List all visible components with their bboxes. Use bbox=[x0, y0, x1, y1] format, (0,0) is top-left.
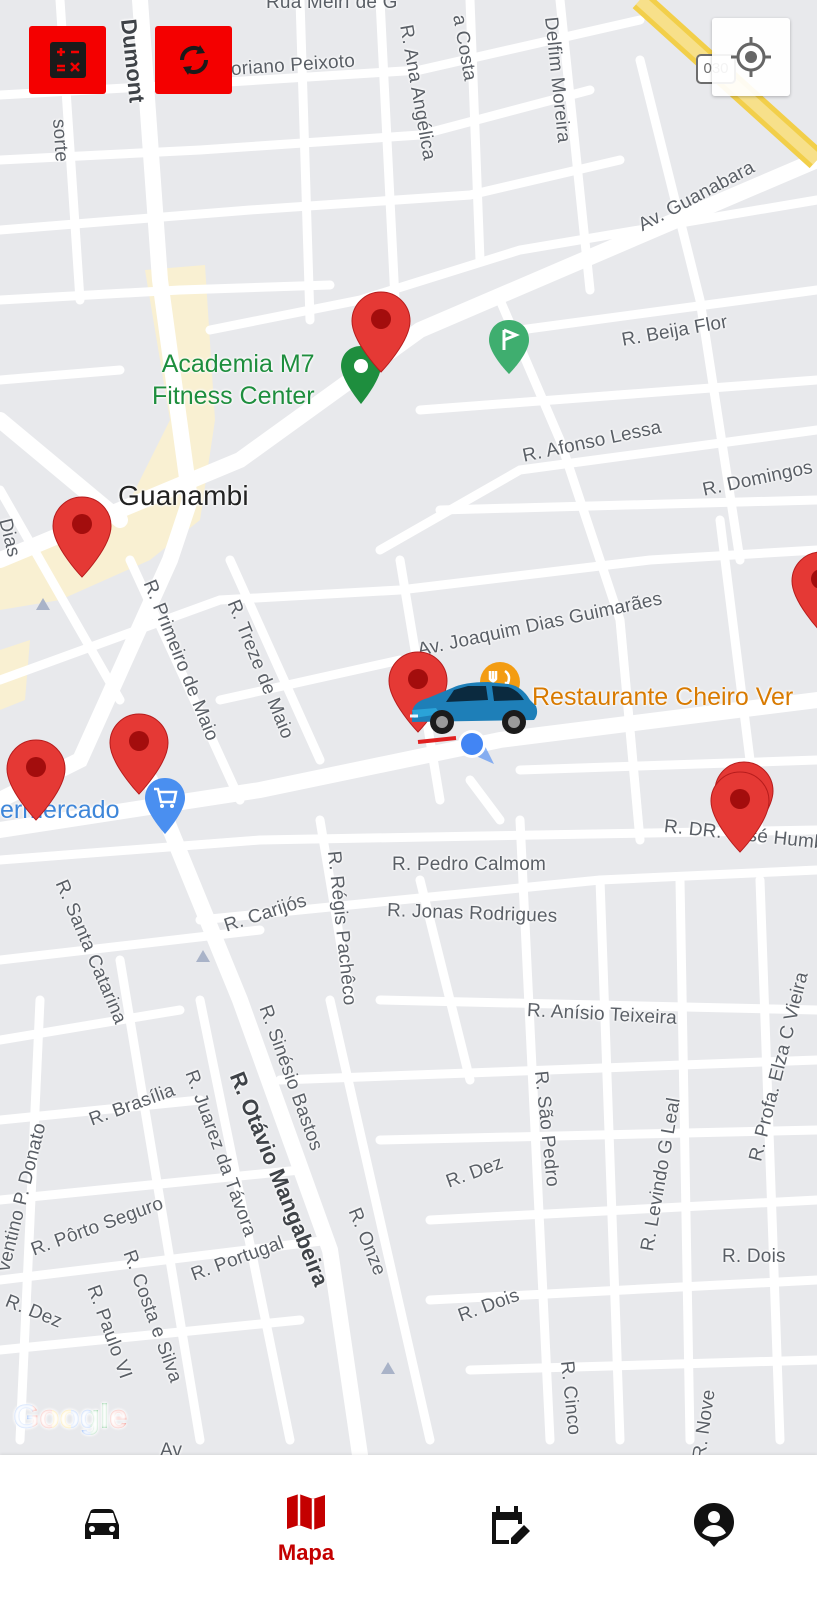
city-label: Guanambi bbox=[118, 480, 249, 511]
nav-item-label: Mapa bbox=[277, 1539, 335, 1565]
bottom-navigation-bar: Mapa bbox=[0, 1455, 817, 1600]
poi-label-restaurant[interactable]: Restaurante Cheiro Ver bbox=[532, 681, 793, 713]
street-label: Av bbox=[160, 1440, 183, 1455]
map-view[interactable]: 030 Rua Meirı de G R. Floriano Peixoto R… bbox=[0, 0, 817, 1455]
street-label: sorte bbox=[48, 118, 72, 163]
location-marker-pin-icon[interactable] bbox=[350, 290, 412, 374]
map-icon bbox=[287, 1493, 325, 1530]
location-marker-pin-icon[interactable] bbox=[108, 712, 170, 796]
nav-item-schedule[interactable] bbox=[408, 1455, 612, 1600]
refresh-icon bbox=[179, 45, 208, 75]
street-label: R. Pedro Calmom bbox=[392, 854, 546, 875]
location-marker-pin-icon[interactable] bbox=[51, 495, 113, 579]
refresh-button[interactable] bbox=[155, 26, 232, 94]
street-label: Rua Meirı de G bbox=[266, 0, 398, 13]
crosshair-icon bbox=[731, 37, 771, 77]
calculator-icon bbox=[49, 42, 86, 78]
calculator-button[interactable] bbox=[29, 26, 106, 94]
location-marker-pin-icon[interactable] bbox=[709, 770, 771, 854]
google-logo-text: Google bbox=[13, 1398, 128, 1436]
calendar-edit-icon bbox=[492, 1505, 530, 1544]
street-label: R. Dois bbox=[722, 1246, 786, 1267]
nav-item-profile[interactable] bbox=[612, 1455, 816, 1600]
nav-item-map[interactable]: Mapa bbox=[204, 1455, 408, 1600]
vehicle-car-icon[interactable] bbox=[406, 674, 540, 740]
car-icon bbox=[85, 1508, 119, 1539]
location-marker-pin-icon[interactable] bbox=[790, 550, 817, 634]
google-logo: Google bbox=[13, 1398, 128, 1437]
location-marker-pin-icon[interactable] bbox=[5, 738, 67, 822]
nav-item-vehicles[interactable] bbox=[0, 1455, 204, 1600]
golf-place-icon[interactable] bbox=[488, 318, 530, 378]
account-pin-icon bbox=[694, 1502, 734, 1547]
my-location-button[interactable] bbox=[712, 18, 790, 96]
poi-label-gym[interactable]: Academia M7 Fitness Center bbox=[152, 348, 315, 412]
